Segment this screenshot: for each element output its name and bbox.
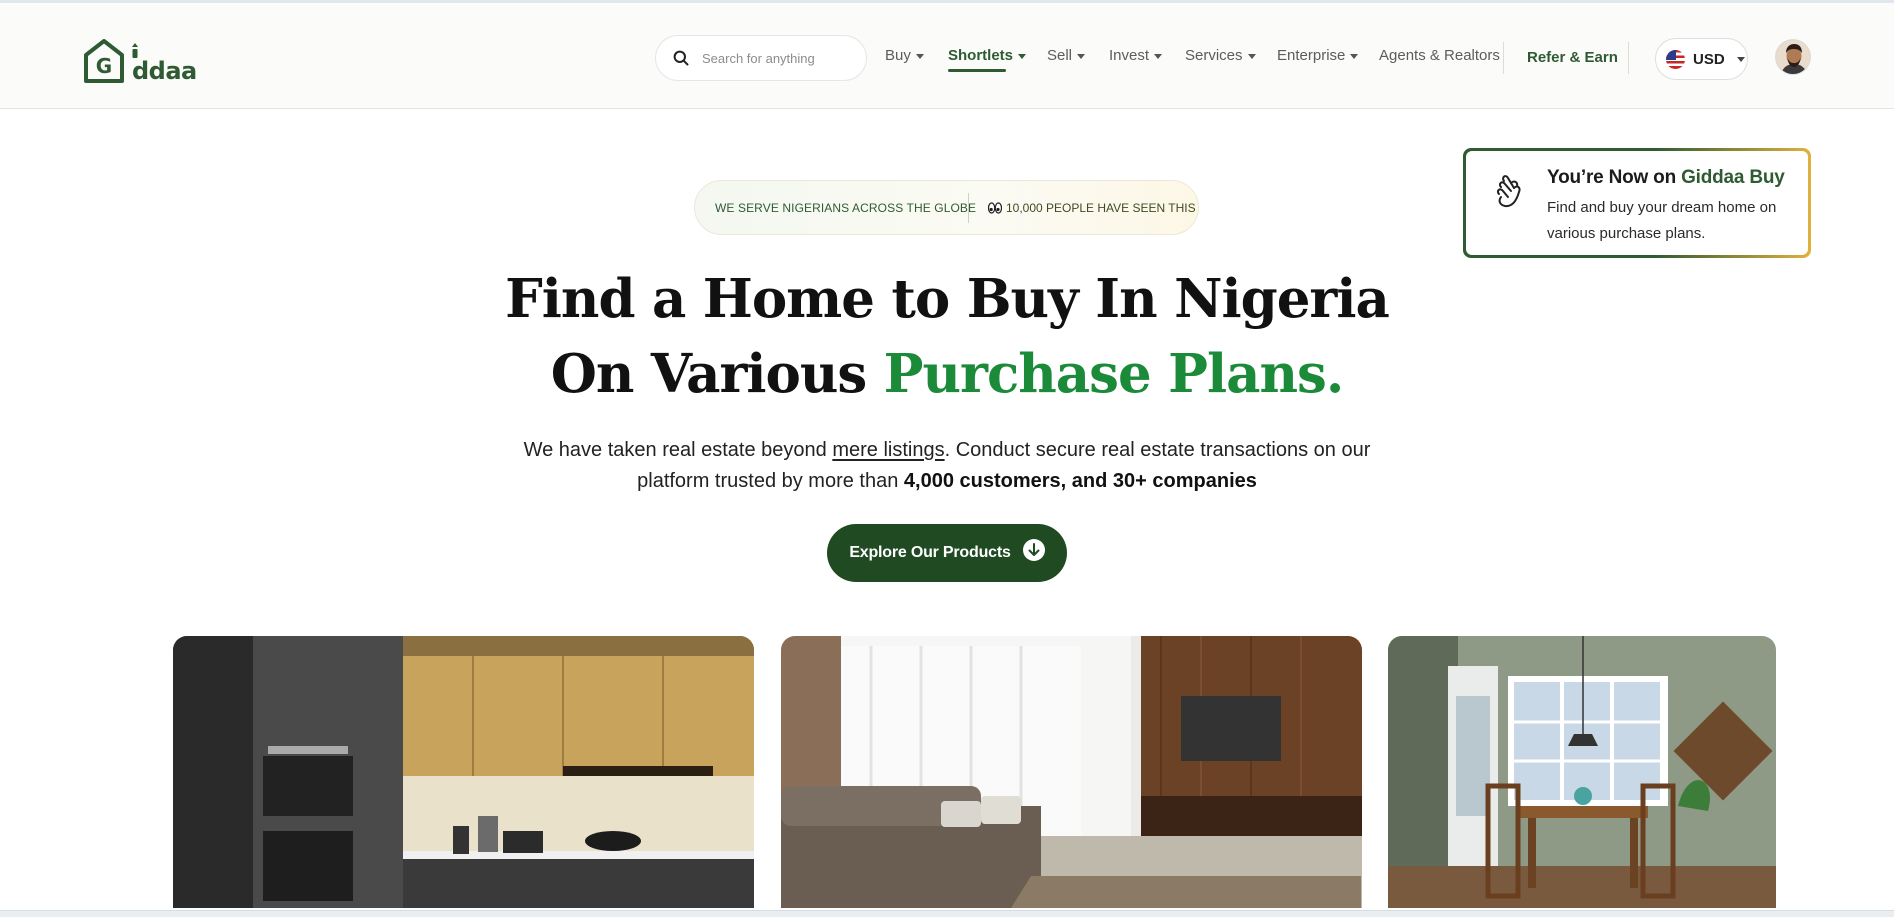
kitchen-image [173, 636, 754, 908]
refer-earn-link[interactable]: Refer & Earn [1527, 49, 1618, 66]
search-input[interactable] [702, 50, 852, 66]
mere-listings-link[interactable]: mere listings [832, 439, 944, 461]
dining-room-image [1388, 636, 1776, 908]
house-logo-icon: G [84, 39, 124, 83]
search-icon [673, 50, 689, 66]
pill-left-text: WE SERVE NIGERIANS ACROSS THE GLOBE [715, 201, 977, 215]
hero-subtext-line-2: platform trusted by more than 4,000 cust… [637, 470, 1257, 492]
chevron-down-icon [1154, 53, 1163, 59]
active-nav-indicator [948, 69, 1006, 72]
hero-subtext-line-1: We have taken real estate beyond mere li… [523, 439, 1371, 461]
eyes-icon [988, 202, 1002, 214]
nav-item-services[interactable]: Services [1185, 47, 1256, 64]
toast-title: You’re Now on Giddaa Buy [1547, 167, 1785, 188]
dining-room-photo [1388, 636, 1776, 908]
nav-item-shortlets[interactable]: Shortlets [948, 47, 1027, 64]
chevron-down-icon [1736, 56, 1745, 62]
user-avatar-icon [1776, 40, 1810, 74]
us-flag-icon [1666, 49, 1685, 69]
headline-highlight: Purchase Plans. [883, 343, 1345, 405]
hero-headline-line-1: Find a Home to Buy In Nigeria [505, 268, 1390, 330]
arrow-down-icon [1022, 538, 1045, 561]
logo-i-icon [132, 42, 138, 58]
audience-pill: WE SERVE NIGERIANS ACROSS THE GLOBE 10,0… [694, 180, 1199, 235]
avatar[interactable] [1775, 39, 1811, 75]
nav-item-invest[interactable]: Invest [1109, 47, 1163, 64]
chevron-down-icon [915, 53, 924, 59]
horizontal-scrollbar[interactable] [0, 910, 1894, 917]
toast-body: Find and buy your dream home on various … [1547, 199, 1777, 242]
chevron-down-icon [1018, 53, 1027, 59]
pill-divider [968, 193, 969, 223]
pill-right-text: 10,000 PEOPLE HAVE SEEN THIS [1006, 201, 1196, 215]
nav-divider [1503, 42, 1504, 74]
product-toast: You’re Now on Giddaa Buy Find and buy yo… [1463, 148, 1811, 258]
pill-right: 10,000 PEOPLE HAVE SEEN THIS [988, 201, 1196, 215]
hero-headline-line-2: On Various Purchase Plans. [550, 343, 1345, 405]
site-header: G ddaa Buy Shortlets Sell Invest Service… [0, 3, 1894, 109]
currency-label: USD [1693, 50, 1725, 68]
living-room-image [781, 636, 1362, 908]
nav-item-enterprise[interactable]: Enterprise [1277, 47, 1359, 64]
explore-products-button[interactable]: Explore Our Products [827, 524, 1067, 582]
chevron-down-icon [1077, 53, 1086, 59]
currency-selector[interactable]: USD [1655, 38, 1748, 80]
chevron-down-icon [1247, 53, 1256, 59]
giddaa-logo[interactable]: G ddaa [82, 37, 197, 85]
nav-item-agents-realtors[interactable]: Agents & Realtors [1379, 47, 1500, 64]
svg-text:G: G [96, 54, 112, 78]
nav-divider [1628, 42, 1629, 74]
chevron-down-icon [1350, 53, 1359, 59]
search-box[interactable] [655, 35, 867, 81]
nav-item-buy[interactable]: Buy [885, 47, 924, 64]
kitchen-photo [173, 636, 754, 908]
living-room-photo [781, 636, 1362, 908]
nav-item-sell[interactable]: Sell [1047, 47, 1086, 64]
hand-wave-icon [1496, 175, 1521, 208]
logo-wordmark: ddaa [132, 56, 197, 85]
